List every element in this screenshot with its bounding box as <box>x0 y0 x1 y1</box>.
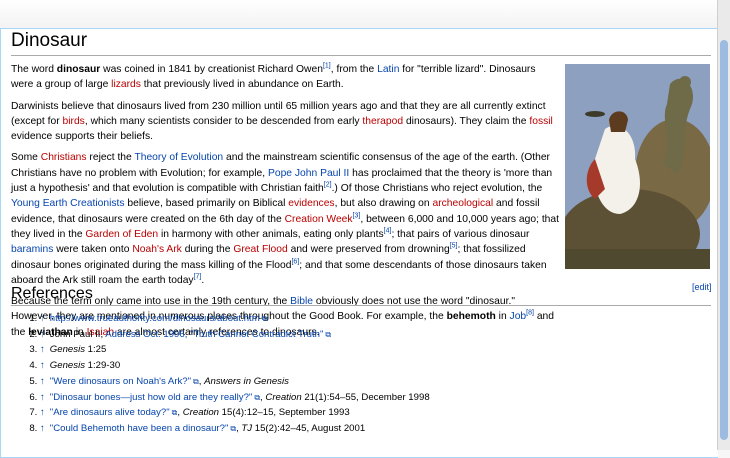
vertical-scrollbar[interactable] <box>717 0 730 450</box>
text: during the <box>181 244 234 256</box>
up-arrow-icon[interactable]: ↑ <box>40 407 45 418</box>
edit-link[interactable]: [edit] <box>692 282 712 292</box>
ref-link-1[interactable]: [1] <box>323 63 331 70</box>
jesus-dinosaur-illustration <box>565 64 710 269</box>
reference-link[interactable]: "Could Behemoth have been a dinosaur?" <box>50 423 229 434</box>
link-latin[interactable]: Latin <box>377 64 399 75</box>
text: Genesis <box>49 344 85 356</box>
link-evidences[interactable]: evidences <box>288 198 334 209</box>
reference-link[interactable]: "Were dinosaurs on Noah's Ark?" <box>50 376 191 387</box>
scrollbar-thumb[interactable] <box>720 40 728 440</box>
text: evidence supports their beliefs. <box>11 131 153 143</box>
list-item: ↑ http://www.trueauthority.com/dinosaurs/… <box>40 311 430 327</box>
list-item: ↑"Are dinosaurs alive today?"⧉, Creation… <box>40 405 430 421</box>
link-creation-week[interactable]: Creation Week <box>285 214 353 225</box>
text: , which many scientists consider to be d… <box>84 115 363 127</box>
text: that previously lived in abundance on Ea… <box>140 79 344 91</box>
text: , but also drawing on <box>334 198 433 210</box>
up-arrow-icon[interactable]: ↑ <box>40 392 45 403</box>
text: in <box>495 311 510 323</box>
paragraph-2: Darwinists believe that dinosaurs lived … <box>11 99 559 145</box>
ref-link-2[interactable]: [2] <box>324 182 332 189</box>
up-arrow-icon[interactable]: ↑ <box>40 423 45 434</box>
text: Some <box>11 152 41 164</box>
references-heading: References <box>11 285 711 306</box>
link-fossil[interactable]: fossil <box>529 116 552 127</box>
link-christians[interactable]: Christians <box>41 152 87 163</box>
text: Genesis <box>49 360 85 372</box>
text: 1:25 <box>85 344 107 356</box>
up-arrow-icon[interactable]: ↑ <box>40 344 45 355</box>
list-item: ↑"Were dinosaurs on Noah's Ark?"⧉, Answe… <box>40 374 430 390</box>
up-arrow-icon[interactable]: ↑ <box>40 329 45 340</box>
text: Creation <box>182 407 219 419</box>
text: dinosaurs). They claim the <box>403 115 530 127</box>
text: 15(4):12–15, September 1993 <box>219 407 350 419</box>
text: believe, based primarily on Biblical <box>124 198 289 210</box>
link-noahs-ark[interactable]: Noah's Ark <box>132 244 181 255</box>
text: The word <box>11 64 57 75</box>
page-title: Dinosaur <box>11 30 711 56</box>
link-birds[interactable]: birds <box>63 116 85 127</box>
bold-behemoth: behemoth <box>446 311 496 323</box>
link-theory-of-evolution[interactable]: Theory of Evolution <box>134 152 223 163</box>
link-garden-of-eden[interactable]: Garden of Eden <box>85 229 158 240</box>
text: .) Of those Christians who reject evolut… <box>331 183 543 195</box>
list-item: ↑ Genesis 1:29-30 <box>40 358 430 374</box>
ref-link-8[interactable]: [8] <box>526 310 534 317</box>
link-lizards[interactable]: lizards <box>111 79 141 90</box>
link-yec[interactable]: Young Earth Creationists <box>11 198 125 209</box>
article-image[interactable] <box>565 64 710 269</box>
reference-link[interactable]: "Dinosaur bones—just how old are they re… <box>50 392 253 403</box>
link-pope[interactable]: Pope John Paul II <box>268 168 349 179</box>
bold-dinosaur: dinosaur <box>56 64 101 75</box>
list-item: ↑ Genesis 1:25 <box>40 342 430 358</box>
text: Creation <box>265 391 302 403</box>
text: , from the <box>330 64 378 75</box>
link-archeological[interactable]: archeological <box>432 198 493 209</box>
reference-link[interactable]: http://www.trueauthority.com/dinosaurs/a… <box>50 313 260 324</box>
up-arrow-icon[interactable]: ↑ <box>40 360 45 371</box>
link-baramins[interactable]: baramins <box>11 244 53 255</box>
paragraph-3: Some Christians reject the Theory of Evo… <box>11 150 559 288</box>
reference-link[interactable]: Address Oct. 1996, "Truth Cannot Contrad… <box>105 329 323 340</box>
paragraph-1: The word dinosaur was coined in 1841 by … <box>11 62 559 93</box>
link-therapod[interactable]: therapod <box>362 116 403 127</box>
ref-link-5[interactable]: [5] <box>450 243 458 250</box>
external-link-icon: ⧉ <box>261 314 268 323</box>
text: 21(1):54–55, December 1998 <box>301 391 430 403</box>
up-arrow-icon[interactable]: ↑ <box>40 313 45 324</box>
text: were taken onto <box>53 244 133 256</box>
link-great-flood[interactable]: Great Flood <box>233 244 287 255</box>
text: was coined in 1841 by creationist Richar… <box>100 64 323 75</box>
up-arrow-icon[interactable]: ↑ <box>40 376 45 387</box>
reference-link[interactable]: "Are dinosaurs alive today?" <box>50 407 170 418</box>
text: reject the <box>86 152 135 164</box>
text: John Paul II, <box>49 328 106 340</box>
text: ; that pairs of various dinosaur <box>391 228 530 240</box>
external-link-icon: ⧉ <box>325 329 332 339</box>
text: and were preserved from drowning <box>287 244 450 256</box>
list-item: ↑ "Dinosaur bones—just how old are they r… <box>40 390 430 406</box>
text: Answers in Genesis <box>204 375 289 387</box>
text: TJ <box>241 422 253 434</box>
list-item: ↑ John Paul II, Address Oct. 1996, "Truth… <box>40 327 430 343</box>
list-item: ↑"Could Behemoth have been a dinosaur?"⧉… <box>40 421 430 437</box>
text: in harmony with other animals, eating on… <box>158 228 384 240</box>
link-job[interactable]: Job <box>510 311 527 322</box>
references-list: ↑ http://www.trueauthority.com/dinosaurs/… <box>22 311 430 437</box>
text: 1:29-30 <box>85 360 121 372</box>
text: 15(2):42–45, August 2001 <box>252 422 366 434</box>
